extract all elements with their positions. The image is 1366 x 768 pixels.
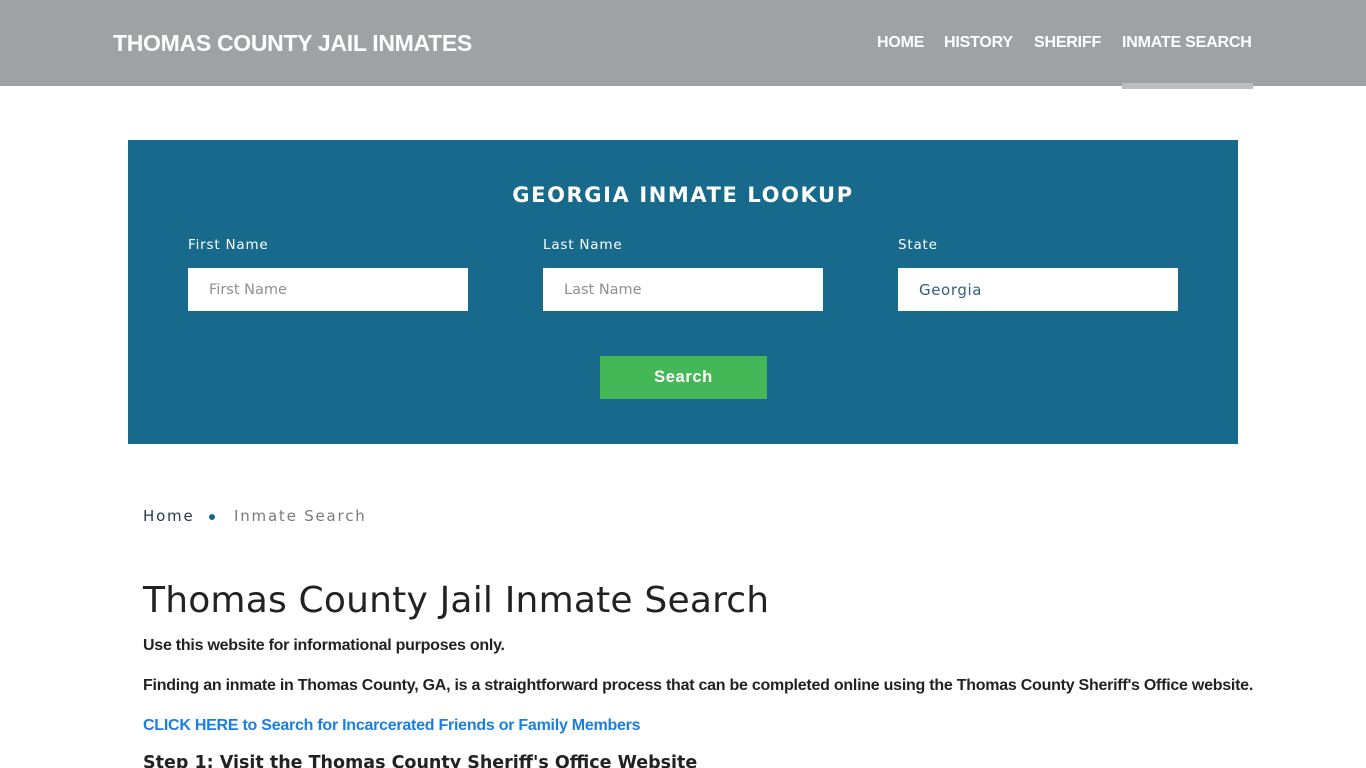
- active-nav-indicator: [1122, 83, 1253, 89]
- site-header: THOMAS COUNTY JAIL INMATES HOME HISTORY …: [0, 0, 1366, 86]
- breadcrumb-home[interactable]: Home: [143, 507, 195, 525]
- nav-history[interactable]: HISTORY: [944, 34, 1013, 52]
- intro-paragraph: Finding an inmate in Thomas County, GA, …: [143, 677, 1254, 694]
- nav-sheriff[interactable]: SHERIFF: [1034, 34, 1101, 52]
- nav-inmate-search[interactable]: INMATE SEARCH: [1122, 34, 1252, 52]
- breadcrumb-separator-dot: [209, 514, 215, 520]
- state-input[interactable]: [898, 268, 1178, 311]
- disclaimer-text: Use this website for informational purpo…: [143, 637, 505, 654]
- search-button[interactable]: Search: [600, 356, 767, 399]
- first-name-label: First Name: [188, 237, 269, 253]
- page-title: Thomas County Jail Inmate Search: [143, 580, 770, 621]
- first-name-input[interactable]: [188, 268, 468, 311]
- last-name-input[interactable]: [543, 268, 823, 311]
- inmate-lookup-form: GEORGIA INMATE LOOKUP First Name Last Na…: [128, 140, 1238, 444]
- search-family-link[interactable]: CLICK HERE to Search for Incarcerated Fr…: [143, 717, 641, 735]
- step-1-heading: Step 1: Visit the Thomas County Sheriff'…: [143, 753, 698, 768]
- state-label: State: [898, 237, 938, 253]
- nav-home[interactable]: HOME: [877, 34, 924, 52]
- breadcrumb-current: Inmate Search: [234, 507, 367, 525]
- last-name-label: Last Name: [543, 237, 623, 253]
- lookup-title: GEORGIA INMATE LOOKUP: [512, 183, 854, 207]
- main-nav: HOME HISTORY SHERIFF INMATE SEARCH: [0, 34, 1366, 89]
